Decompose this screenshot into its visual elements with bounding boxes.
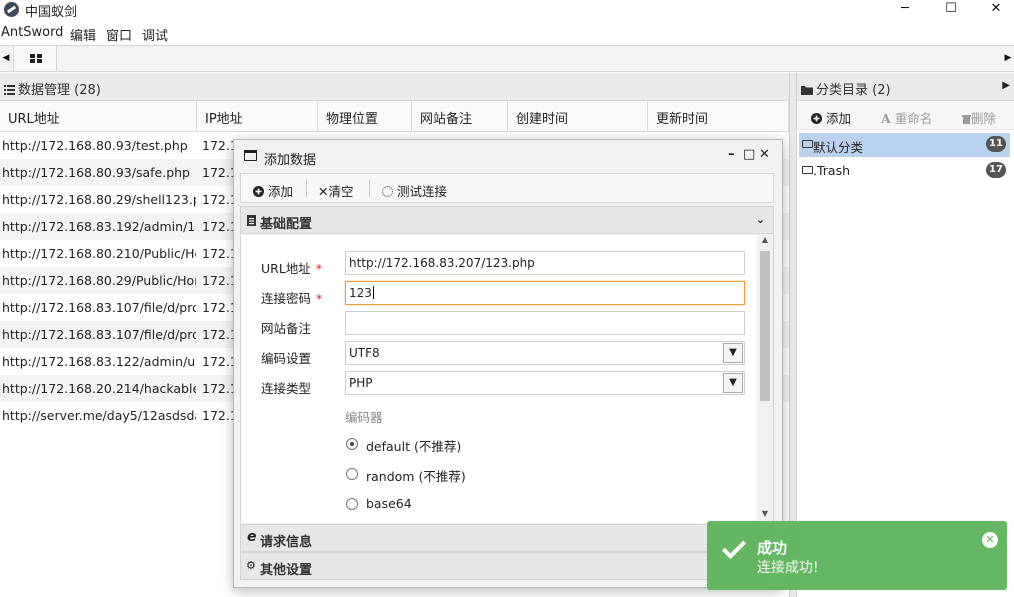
encoder-random-label[interactable]: random (不推荐)	[366, 466, 466, 485]
section-other-settings[interactable]: ⚙ 其他设置	[240, 552, 774, 580]
gears-icon: ⚙	[246, 559, 256, 572]
window-title: 中国蚁剑	[25, 5, 78, 20]
category-item-default[interactable]: 默认分类 11	[799, 133, 1010, 157]
dialog-close-button[interactable]: ✕	[759, 147, 770, 162]
dialog-clear-button[interactable]: ✕清空	[318, 181, 354, 200]
menu-debug[interactable]: 调试	[142, 25, 168, 44]
encoder-default-radio[interactable]	[346, 438, 358, 450]
plus-circle-icon	[253, 186, 264, 197]
encoding-select[interactable]: UTF8 ▼	[345, 341, 745, 365]
password-field[interactable]: 123	[345, 281, 745, 305]
form-scrollbar[interactable]: ▲ ▼	[757, 235, 773, 523]
trash-icon	[962, 115, 971, 124]
tab-home[interactable]	[13, 46, 57, 71]
maximize-button[interactable]: ☐	[928, 0, 974, 22]
checkmark-icon	[721, 534, 747, 560]
success-toast: 成功 连接成功! ✕	[707, 521, 1007, 590]
spinner-icon	[382, 186, 393, 197]
toast-title: 成功	[757, 539, 788, 557]
window-icon	[244, 150, 257, 161]
password-label: 连接密码	[261, 291, 312, 306]
tab-scroll-left-icon[interactable]: ◀	[0, 46, 12, 71]
chevron-down-icon: ▼	[723, 373, 743, 393]
plus-circle-icon	[811, 113, 822, 124]
encoder-default-label[interactable]: default (不推荐)	[366, 436, 461, 455]
title-bar: 中国蚁剑 ─ ☐ ✕	[0, 0, 1014, 22]
dialog-toolbar: 添加 ✕清空 测试连接	[240, 173, 774, 203]
column-header-location[interactable]: 物理位置	[318, 101, 412, 132]
dialog-title: 添加数据	[264, 153, 317, 168]
close-button[interactable]: ✕	[973, 0, 1014, 22]
test-connection-button[interactable]: 测试连接	[382, 181, 447, 200]
scroll-up-icon[interactable]: ▲	[757, 235, 773, 249]
category-delete-button[interactable]: 删除	[962, 108, 996, 127]
tab-bar: ◀ ▶	[0, 45, 1014, 72]
tab-scroll-right-icon[interactable]: ▶	[1002, 46, 1014, 71]
data-panel-title: 数据管理 (28)	[18, 83, 101, 98]
basic-config-form: URL地址 * http://172.168.83.207/123.php 连接密…	[240, 235, 774, 523]
encoding-label: 编码设置	[261, 351, 312, 366]
menu-edit[interactable]: 编辑	[70, 25, 96, 44]
column-header-updated[interactable]: 更新时间	[648, 101, 789, 132]
required-mark: *	[315, 261, 323, 276]
add-data-dialog: 添加数据 – □ ✕ 添加 ✕清空 测试连接 基础配置 ⌄ URL地址 * htt…	[233, 139, 783, 588]
column-header-url[interactable]: URL地址	[0, 101, 197, 132]
count-badge: 17	[986, 162, 1006, 178]
category-rename-button[interactable]: A 重命名	[881, 108, 932, 127]
internet-explorer-icon: e	[247, 529, 257, 545]
category-panel-header: 分类目录 (2) ▶	[797, 73, 1014, 101]
file-text-icon	[247, 215, 256, 226]
encoder-random-radio[interactable]	[346, 468, 358, 480]
data-panel-header: 数据管理 (28)	[0, 73, 789, 101]
chevron-down-icon: ▼	[723, 343, 743, 363]
font-a-icon: A	[881, 111, 891, 126]
encoder-title: 编码器	[345, 410, 383, 425]
category-add-button[interactable]: 添加	[811, 108, 851, 127]
menu-bar: AntSword 编辑 窗口 调试	[0, 22, 1014, 44]
grid-icon	[30, 54, 42, 63]
note-field[interactable]	[345, 311, 745, 335]
toast-close-button[interactable]: ✕	[982, 532, 998, 548]
required-mark: *	[316, 291, 323, 306]
folder-icon	[801, 86, 813, 95]
collapse-arrow-icon[interactable]: ▶	[1002, 80, 1010, 91]
connection-type-select[interactable]: PHP ▼	[345, 371, 745, 395]
column-header-ip[interactable]: IP地址	[197, 101, 318, 132]
times-icon: ✕	[318, 184, 329, 199]
dialog-add-button[interactable]: 添加	[253, 181, 293, 200]
panel-splitter[interactable]	[789, 73, 797, 597]
toast-message: 连接成功!	[757, 560, 819, 576]
dialog-maximize-button[interactable]: □	[743, 147, 755, 162]
folder-open-icon	[802, 166, 813, 174]
dialog-header[interactable]: 添加数据 – □ ✕	[234, 140, 782, 171]
type-label: 连接类型	[261, 381, 312, 396]
encoder-base64-label[interactable]: base64	[366, 496, 412, 511]
count-badge: 11	[986, 136, 1006, 152]
list-icon	[4, 85, 15, 95]
url-label: URL地址	[261, 261, 311, 276]
app-logo-icon	[4, 2, 19, 17]
dialog-minimize-button[interactable]: –	[728, 147, 735, 162]
column-header-created[interactable]: 创建时间	[508, 101, 648, 132]
menu-window[interactable]: 窗口	[106, 25, 132, 44]
category-panel: 分类目录 (2) ▶ 添加 A 重命名 删除 默认分类 11 .Trash 17	[797, 73, 1014, 597]
note-label: 网站备注	[261, 321, 312, 336]
scroll-thumb[interactable]	[760, 251, 770, 401]
url-field[interactable]: http://172.168.83.207/123.php	[345, 251, 745, 275]
category-toolbar: 添加 A 重命名 删除	[797, 102, 1014, 130]
text-caret	[372, 286, 374, 299]
encoder-base64-radio[interactable]	[346, 498, 358, 510]
category-item-trash[interactable]: .Trash 17	[799, 159, 1010, 183]
section-request-info[interactable]: e 请求信息	[240, 524, 774, 552]
minimize-button[interactable]: ─	[882, 0, 928, 22]
folder-open-icon	[802, 140, 813, 148]
column-header-note[interactable]: 网站备注	[412, 101, 508, 132]
menu-antsword[interactable]: AntSword	[1, 25, 63, 40]
section-basic-config[interactable]: 基础配置 ⌄	[240, 206, 774, 234]
category-panel-title: 分类目录 (2)	[816, 83, 891, 98]
chevron-down-icon: ⌄	[755, 213, 765, 226]
